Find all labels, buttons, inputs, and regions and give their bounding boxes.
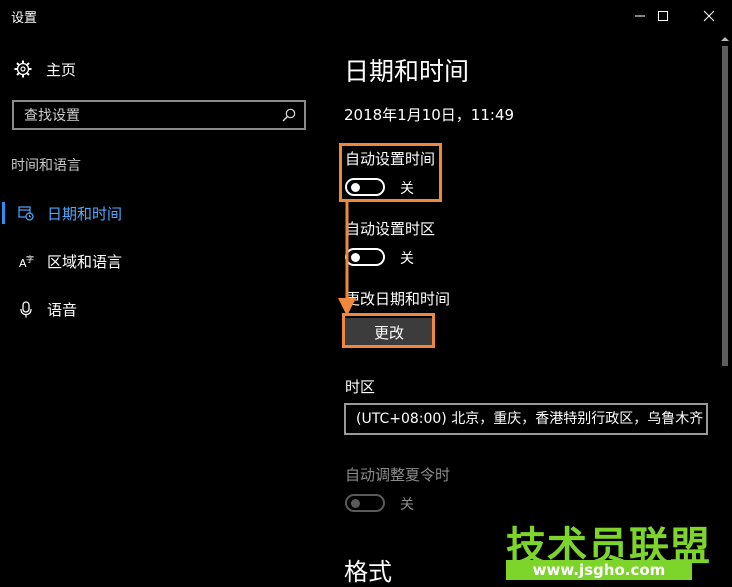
window-title: 设置 [11, 11, 38, 26]
watermark-logo: 技术员联盟 www.jsgho.com [506, 514, 710, 580]
maximize-button[interactable] [640, 0, 686, 32]
language-icon: A 字 [16, 253, 36, 269]
sidebar-item-label: 语音 [47, 300, 78, 319]
sidebar-item-speech[interactable]: 语音 [0, 291, 320, 327]
arrow-annotation [338, 202, 356, 316]
home-label: 主页 [46, 60, 77, 79]
timezone-value: (UTC+08:00) 北京，重庆，香港特别行政区，乌鲁木齐 [356, 411, 704, 427]
search-input[interactable]: 查找设置 [12, 100, 306, 130]
auto-timezone-label: 自动设置时区 [345, 220, 436, 238]
svg-text:字: 字 [26, 254, 34, 264]
search-placeholder: 查找设置 [24, 108, 80, 124]
close-button[interactable] [686, 0, 732, 32]
sidebar-item-label: 区域和语言 [47, 252, 123, 271]
microphone-icon [16, 300, 36, 318]
sidebar-item-label: 日期和时间 [47, 204, 123, 223]
page-title: 日期和时间 [344, 57, 470, 86]
calendar-clock-icon [16, 205, 36, 221]
search-icon[interactable] [282, 108, 296, 122]
timezone-select[interactable]: (UTC+08:00) 北京，重庆，香港特别行政区，乌鲁木齐 [344, 403, 708, 435]
gear-icon [14, 60, 32, 78]
sidebar-item-date-time[interactable]: 日期和时间 [0, 195, 320, 231]
timezone-label: 时区 [345, 378, 376, 396]
scrollbar-thumb[interactable] [722, 46, 728, 366]
section-label: 时间和语言 [11, 158, 81, 174]
dst-toggle [345, 494, 385, 512]
close-icon [703, 10, 715, 22]
format-heading: 格式 [344, 558, 392, 586]
change-datetime-label: 更改日期和时间 [345, 290, 451, 308]
dst-state: 关 [400, 497, 414, 513]
current-datetime: 2018年1月10日，11:49 [344, 106, 515, 124]
maximize-icon [658, 11, 668, 21]
title-bar: 设置 [0, 0, 732, 32]
home-nav-item[interactable]: 主页 [14, 56, 76, 82]
auto-timezone-state: 关 [400, 251, 414, 267]
highlight-box-auto-time [339, 143, 442, 202]
scrollbar[interactable] [718, 32, 732, 586]
scroll-up-icon[interactable] [718, 35, 732, 43]
sidebar-item-region-language[interactable]: A 字 区域和语言 [0, 243, 320, 279]
watermark-url: www.jsgho.com [506, 560, 692, 580]
dst-label: 自动调整夏令时 [345, 466, 451, 484]
active-indicator [2, 202, 5, 224]
